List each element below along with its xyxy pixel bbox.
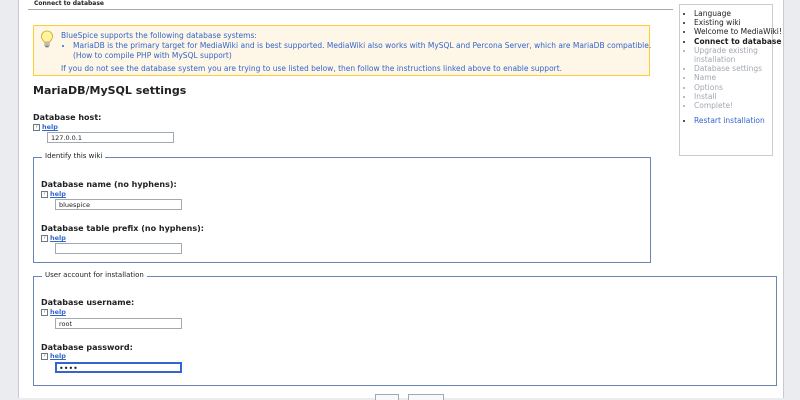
back-button[interactable] [375, 394, 399, 400]
help-icon: ? [33, 123, 40, 131]
restart-item: Restart installation [694, 116, 784, 125]
help-icon: ? [41, 190, 48, 198]
db-host-help[interactable]: ? help [33, 123, 58, 131]
installer-steps-sidebar: Language Existing wiki Welcome to MediaW… [679, 4, 782, 156]
page-gutter-right [784, 0, 800, 398]
page-header: Connect to database [28, 0, 673, 10]
db-username-help[interactable]: ? help [41, 308, 66, 316]
db-name-help[interactable]: ? help [41, 190, 66, 198]
steps-list: Language Existing wiki Welcome to MediaW… [680, 9, 784, 125]
section-title: MariaDB/MySQL settings [33, 84, 187, 97]
page-title: Connect to database [34, 0, 104, 7]
step-welcome: Welcome to MediaWiki! [694, 27, 784, 36]
notice-intro: BlueSpice supports the following databas… [61, 31, 257, 40]
help-icon: ? [41, 352, 48, 360]
mariadb-description[interactable]: MariaDB is the primary target for MediaW… [73, 41, 651, 50]
db-username-label: Database username: [41, 298, 135, 307]
step-upgrade: Upgrade existing installation [694, 46, 784, 64]
step-complete: Complete! [694, 101, 784, 110]
page-gutter-left [0, 0, 18, 398]
help-icon: ? [41, 234, 48, 242]
db-host-input[interactable]: 127.0.0.1 [47, 132, 174, 143]
identify-wiki-legend: Identify this wiki [42, 152, 106, 161]
db-name-label: Database name (no hyphens): [41, 180, 177, 189]
restart-installation-link[interactable]: Restart installation [694, 116, 765, 125]
step-language: Language [694, 9, 784, 18]
db-host-label: Database host: [33, 113, 102, 122]
db-prefix-help[interactable]: ? help [41, 234, 66, 242]
step-existing-wiki: Existing wiki [694, 18, 784, 27]
db-prefix-label: Database table prefix (no hyphens): [41, 224, 204, 233]
step-database-settings: Database settings [694, 64, 784, 73]
db-username-input[interactable]: root [55, 318, 182, 329]
step-options: Options [694, 83, 784, 92]
step-connect-database: Connect to database [694, 37, 784, 46]
db-name-input[interactable]: bluespice [55, 199, 182, 210]
db-password-help[interactable]: ? help [41, 352, 66, 360]
help-icon: ? [41, 308, 48, 316]
step-install: Install [694, 92, 784, 101]
list-item: MariaDB is the primary target for MediaW… [73, 41, 658, 61]
db-password-input[interactable]: •••• [55, 362, 182, 373]
database-list: MariaDB is the primary target for MediaW… [61, 41, 658, 61]
database-support-notice: BlueSpice supports the following databas… [33, 25, 651, 76]
continue-button[interactable] [408, 394, 444, 400]
install-account-legend: User account for installation [42, 271, 147, 280]
step-name: Name [694, 73, 784, 82]
notice-instructions: If you do not see the database system yo… [61, 64, 563, 73]
compile-php-mysql-link[interactable]: (How to compile PHP with MySQL support) [73, 51, 232, 60]
lightbulb-icon [41, 30, 53, 48]
db-prefix-input[interactable] [55, 243, 182, 254]
